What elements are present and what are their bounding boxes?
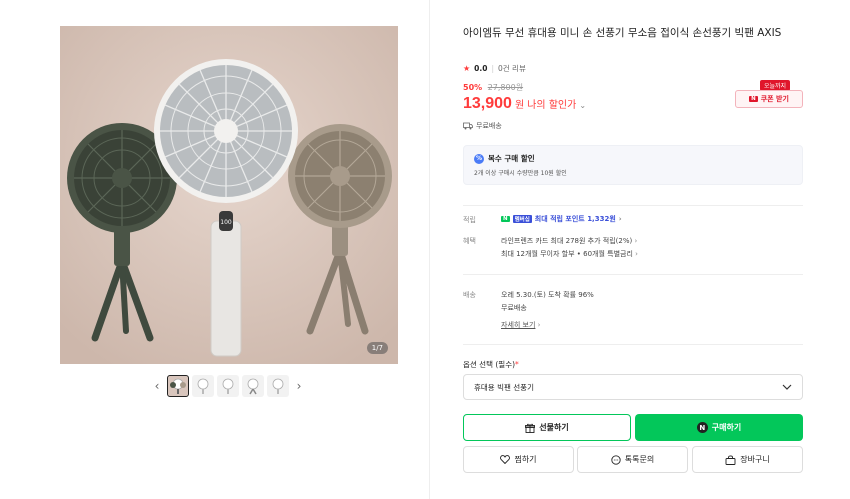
multi-purchase-box: % 복수 구매 할인 2개 이상 구매시 수량만큼 10원 할인 <box>463 145 803 185</box>
naver-logo-icon: N <box>749 96 758 102</box>
image-counter: 1/7 <box>366 342 388 354</box>
chevron-right-icon: › <box>618 215 622 223</box>
cart-label: 장바구니 <box>740 455 770 464</box>
details-link-text: 자세히 보기 <box>501 321 536 329</box>
buy-label: 구매하기 <box>711 423 742 432</box>
price-unit: 원 <box>514 100 525 111</box>
talk-button[interactable]: 톡톡문의 <box>577 446 688 473</box>
benefit-label: 혜택 <box>463 237 476 245</box>
chevron-down-icon <box>782 384 792 390</box>
chevron-down-icon[interactable]: ⌄ <box>579 101 586 110</box>
delivery-line-1: 오레 5.30.(토) 도착 확률 96% <box>501 291 594 299</box>
coupon-button[interactable]: N 쿠폰 받기 <box>735 90 803 108</box>
thumb-next-button[interactable]: › <box>292 379 306 393</box>
thumbnail-2[interactable] <box>192 375 214 397</box>
gift-icon <box>525 423 536 433</box>
npay-icon: N <box>501 216 510 222</box>
membership-icon: 멤버십 <box>512 215 532 223</box>
divider <box>463 205 803 206</box>
naver-pay-icon: N <box>696 422 708 433</box>
buy-button[interactable]: N 구매하기 <box>635 414 803 441</box>
points-row[interactable]: N 멤버십 최대 적립 포인트 1,332원 › <box>501 214 622 224</box>
points-label: 적립 <box>463 216 476 224</box>
price-row: 13,900 원 나의 할인가 ⌄ <box>463 95 586 113</box>
star-icon: ★ <box>463 64 471 73</box>
benefit-line-1-text: 라인프렌즈 카드 최대 278원 추가 적립(2%) <box>501 237 633 245</box>
original-price: 27,800원 <box>487 83 524 92</box>
option-selected-value: 휴대용 빅팬 선풍기 <box>474 382 534 392</box>
benefit-line-2-text: 최대 12개월 무이자 할부 • 60개월 특별금리 <box>501 250 633 258</box>
delivery-line-2: 무료배송 <box>501 304 527 312</box>
wish-label: 찜하기 <box>514 455 537 464</box>
thumbnail-3[interactable] <box>217 375 239 397</box>
discount-rate: 50% <box>463 83 483 92</box>
my-discount-link[interactable]: 나의 할인가 <box>527 96 576 111</box>
sale-price: 13,900 <box>463 95 512 112</box>
thumbnail-1[interactable] <box>167 375 189 397</box>
delivery-label: 배송 <box>463 291 476 299</box>
rating-row[interactable]: ★ 0.0 | 0건 리뷰 <box>463 63 526 74</box>
thumbnail-strip: ‹ › <box>150 375 310 397</box>
points-text: 최대 적립 포인트 1,332원 <box>534 215 616 223</box>
chevron-right-icon: › <box>537 321 541 329</box>
fan-photo: 100 <box>60 26 398 364</box>
product-main-image[interactable]: 100 1/7 <box>60 26 398 364</box>
cart-button[interactable]: 장바구니 <box>692 446 803 473</box>
wish-button[interactable]: 찜하기 <box>463 446 574 473</box>
divider: | <box>491 64 494 73</box>
talk-label: 톡톡문의 <box>624 455 655 464</box>
percent-icon: % <box>474 153 484 164</box>
divider <box>463 274 803 275</box>
thumb-prev-button[interactable]: ‹ <box>150 379 164 393</box>
thumbnail-5[interactable] <box>267 375 289 397</box>
option-label-text: 옵션 선택 (필수) <box>463 360 516 369</box>
free-shipping-row: 무료배송 <box>463 121 502 131</box>
option-select[interactable]: 휴대용 빅팬 선풍기 <box>463 374 803 400</box>
delivery-details-link[interactable]: 자세히 보기 › <box>501 320 540 330</box>
chevron-right-icon: › <box>635 250 638 258</box>
chevron-right-icon: › <box>634 237 638 245</box>
fan-thumb-icon <box>197 378 209 394</box>
bag-icon <box>725 454 736 465</box>
benefit-line-2[interactable]: 최대 12개월 무이자 할부 • 60개월 특별금리 › <box>501 249 638 259</box>
review-count[interactable]: 0건 리뷰 <box>498 63 526 74</box>
fan-thumb-icon <box>170 378 186 394</box>
required-mark: * <box>515 360 519 369</box>
chat-icon <box>611 454 621 465</box>
discount-row: 50% 27,800원 <box>463 82 523 93</box>
product-info-panel: 아이엠듀 무선 휴대용 미니 손 선풍기 무소음 접이식 손선풍기 빅팬 AXI… <box>463 0 803 499</box>
gift-label: 선물하기 <box>539 423 569 432</box>
product-title: 아이엠듀 무선 휴대용 미니 손 선풍기 무소음 접이식 손선풍기 빅팬 AXI… <box>463 27 782 39</box>
free-shipping-text: 무료배송 <box>476 122 502 130</box>
benefit-line-1[interactable]: 라인프렌즈 카드 최대 278원 추가 적립(2%) › <box>501 236 637 246</box>
truck-icon <box>463 122 473 130</box>
rating-score: 0.0 <box>474 64 488 73</box>
heart-icon <box>500 455 511 464</box>
divider <box>463 344 803 345</box>
thumbnail-4[interactable] <box>242 375 264 397</box>
option-label: 옵션 선택 (필수)* <box>463 359 519 370</box>
svg-text:100: 100 <box>220 219 232 226</box>
fan-thumb-icon <box>247 378 259 395</box>
fan-thumb-icon <box>222 378 234 394</box>
gallery-panel: 100 1/7 ‹ › <box>0 0 430 499</box>
multi-purchase-title: 복수 구매 할인 <box>488 154 535 163</box>
gift-button[interactable]: 선물하기 <box>463 414 631 441</box>
fan-thumb-icon <box>272 378 284 394</box>
multi-purchase-desc: 2개 이상 구매시 수량만큼 10원 할인 <box>474 170 567 177</box>
coupon-label: 쿠폰 받기 <box>760 95 789 103</box>
